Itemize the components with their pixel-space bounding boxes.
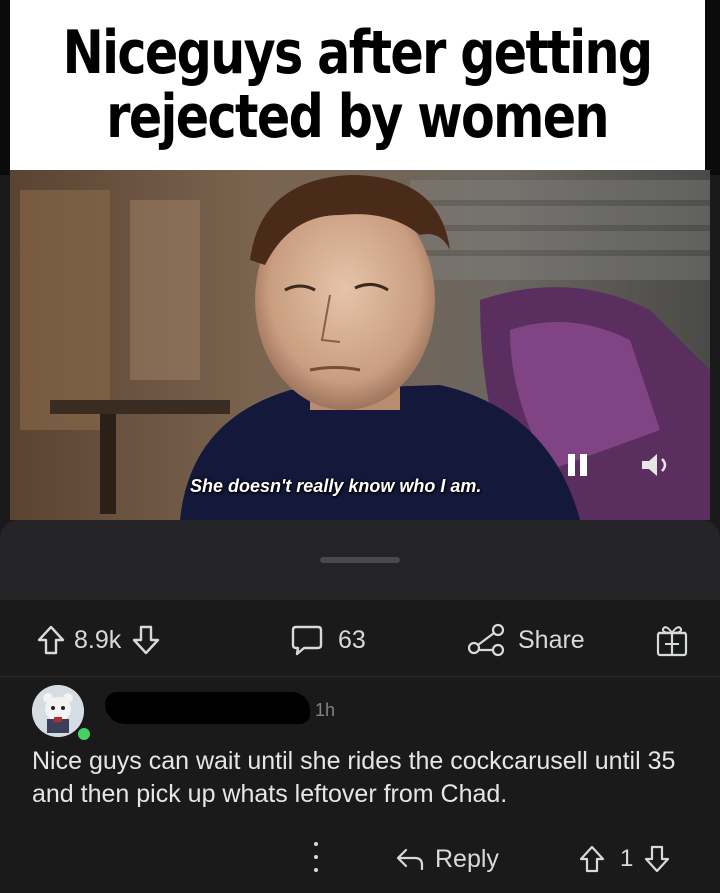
- comment-vote-group: 1: [578, 843, 671, 875]
- more-options-icon[interactable]: [310, 842, 322, 872]
- video-subtitle: She doesn't really know who I am.: [190, 476, 482, 496]
- video-frame-image: [10, 170, 710, 520]
- post-vote-group: 8.9k: [36, 622, 161, 658]
- comment-vote-count: 1: [620, 845, 634, 872]
- pause-icon[interactable]: [565, 452, 591, 478]
- share-label: Share: [518, 625, 585, 654]
- reply-label: Reply: [435, 844, 499, 873]
- share-icon: [466, 623, 506, 657]
- meme-caption: Niceguys after getting rejected by women: [10, 0, 705, 170]
- share-button[interactable]: Share: [466, 622, 585, 658]
- downvote-icon[interactable]: [131, 624, 161, 656]
- upvote-icon[interactable]: [36, 624, 66, 656]
- volume-icon[interactable]: [640, 452, 674, 478]
- reply-arrow-icon: [395, 846, 425, 872]
- award-button[interactable]: [654, 622, 690, 658]
- reply-button[interactable]: Reply: [395, 843, 499, 875]
- gift-icon: [654, 622, 690, 658]
- comment-upvote-icon[interactable]: [578, 844, 606, 874]
- video-player[interactable]: She doesn't really know who I am.: [10, 170, 710, 520]
- comment-count: 63: [338, 625, 366, 654]
- sheet-drag-handle[interactable]: [320, 557, 400, 563]
- comment-text: Nice guys can wait until she rides the c…: [32, 747, 676, 808]
- comments-button[interactable]: 63: [290, 622, 366, 658]
- upvote-count: 8.9k: [74, 625, 122, 654]
- comment-timestamp: 1h: [315, 700, 336, 720]
- caption-line-1: Niceguys after getting: [63, 18, 653, 88]
- comment-downvote-icon[interactable]: [643, 844, 671, 874]
- redacted-username: [105, 692, 310, 724]
- meme-frame: Niceguys after getting rejected by women: [0, 0, 720, 175]
- caption-line-2: rejected by women: [106, 82, 610, 152]
- comment-bubble-icon: [290, 623, 324, 657]
- online-status-dot: [76, 726, 92, 742]
